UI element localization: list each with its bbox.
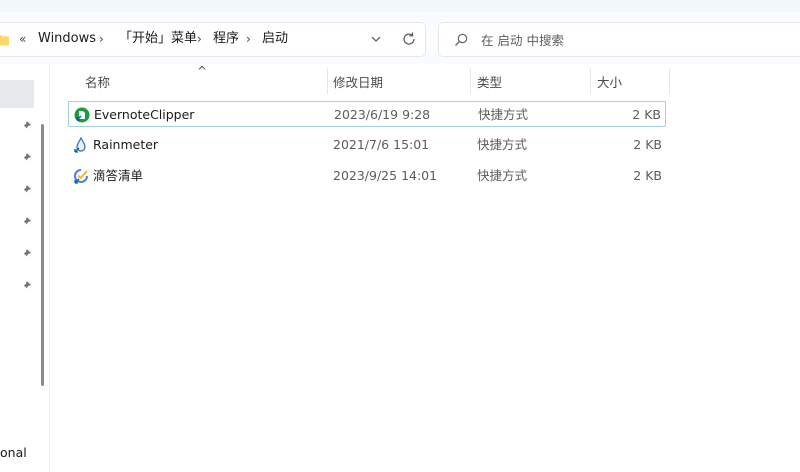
file-row-ticktick[interactable]: 滴答清单 2023/9/25 14:01 快捷方式 2 KB (68, 163, 666, 189)
pin-icon[interactable] (20, 248, 32, 260)
search-box[interactable] (438, 22, 800, 57)
breadcrumb[interactable]: « Windows › 「开始」菜单 › 程序 › 启动 (0, 22, 426, 57)
sort-ascending-icon: ^ (197, 64, 208, 78)
file-type: 快捷方式 (478, 107, 529, 122)
file-date: 2021/7/6 15:01 (333, 137, 430, 152)
column-header-type[interactable]: 类型 (477, 72, 502, 91)
nav-scrollbar[interactable] (41, 124, 44, 386)
ticktick-icon (74, 169, 88, 184)
file-date: 2023/6/19 9:28 (334, 107, 431, 122)
file-name: Rainmeter (93, 137, 159, 152)
breadcrumb-item-startup[interactable]: 启动 (262, 30, 288, 48)
evernote-icon (74, 107, 90, 123)
refresh-icon[interactable] (401, 31, 417, 47)
navigation-pane: onal (0, 64, 50, 472)
file-type: 快捷方式 (477, 168, 528, 183)
address-bar-row: « Windows › 「开始」菜单 › 程序 › 启动 (0, 12, 800, 64)
pin-icon[interactable] (20, 216, 32, 228)
folder-icon (0, 35, 9, 46)
column-divider[interactable] (327, 68, 328, 94)
column-header-date[interactable]: 修改日期 (333, 72, 383, 91)
file-name: EvernoteClipper (94, 107, 195, 122)
search-icon (455, 33, 468, 46)
file-size: 2 KB (632, 107, 661, 122)
column-header-size[interactable]: 大小 (597, 72, 622, 91)
breadcrumb-separator: › (99, 32, 104, 46)
main-content: onal ^ 名称 修改日期 类型 大小 EvernoteClipper 202… (0, 64, 800, 472)
file-size: 2 KB (633, 168, 662, 183)
breadcrumb-item-programs[interactable]: 程序 (213, 30, 239, 48)
rainmeter-icon (74, 137, 86, 153)
breadcrumb-separator: › (197, 32, 202, 46)
pin-icon[interactable] (20, 280, 32, 292)
column-header-name[interactable]: 名称 (85, 72, 110, 91)
chevron-down-icon[interactable] (368, 31, 384, 47)
file-date: 2023/9/25 14:01 (333, 168, 438, 183)
column-divider[interactable] (669, 68, 670, 94)
column-divider[interactable] (470, 68, 471, 94)
breadcrumb-overflow-icon[interactable]: « (19, 30, 26, 48)
file-row-evernoteclipper[interactable]: EvernoteClipper 2023/6/19 9:28 快捷方式 2 KB (68, 101, 666, 127)
pin-icon[interactable] (20, 184, 32, 196)
nav-item-selected[interactable] (0, 80, 34, 108)
title-bar-strip (0, 0, 800, 12)
breadcrumb-separator: › (246, 32, 251, 46)
search-input[interactable] (479, 30, 779, 50)
column-divider[interactable] (590, 68, 591, 94)
breadcrumb-item-start-menu[interactable]: 「开始」菜单 (119, 30, 197, 48)
file-size: 2 KB (633, 137, 662, 152)
file-type: 快捷方式 (477, 137, 528, 152)
nav-item-label[interactable]: onal (0, 445, 27, 460)
file-row-rainmeter[interactable]: Rainmeter 2021/7/6 15:01 快捷方式 2 KB (68, 132, 666, 158)
file-name: 滴答清单 (93, 168, 144, 183)
pin-icon[interactable] (20, 120, 32, 132)
pin-icon[interactable] (20, 152, 32, 164)
breadcrumb-item-windows[interactable]: Windows (38, 30, 96, 48)
